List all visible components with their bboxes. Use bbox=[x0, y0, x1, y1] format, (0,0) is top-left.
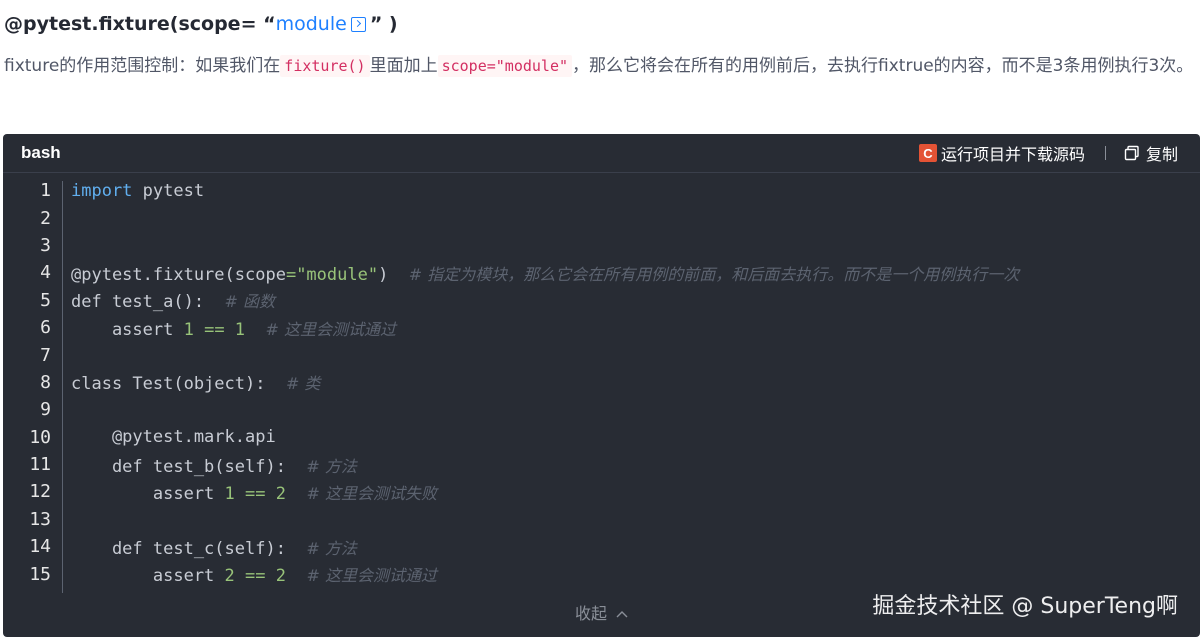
code-line: 1 import pytest bbox=[3, 177, 1200, 204]
code-line: 9 bbox=[3, 396, 1200, 423]
c-logo-icon: C bbox=[918, 144, 937, 162]
code-header: bash C 运行项目并下载源码 复制 bbox=[3, 134, 1200, 173]
line-number: 6 bbox=[40, 317, 51, 339]
module-link[interactable]: module bbox=[276, 13, 347, 35]
action-divider bbox=[1104, 146, 1106, 160]
code-body: 1 import pytest 2 3 4 @pytest.fixture(sc… bbox=[3, 173, 1200, 593]
code-line: 6 assert 1 == 1 # 这里会测试通过 bbox=[3, 314, 1200, 341]
code-text: @pytest.mark.api bbox=[71, 427, 276, 448]
external-link-icon[interactable] bbox=[350, 16, 366, 32]
code-line: 7 bbox=[3, 341, 1200, 368]
code-actions: C 运行项目并下载源码 复制 bbox=[918, 141, 1178, 165]
code-line: 2 bbox=[3, 204, 1200, 231]
collapse-label: 收起 bbox=[574, 604, 607, 623]
code-text: @pytest.fixture(scope="module") # 指定为模块，… bbox=[71, 264, 1020, 285]
copy-label: 复制 bbox=[1145, 145, 1178, 164]
code-text: assert 2 == 2 # 这里会测试通过 bbox=[71, 566, 437, 587]
heading-prefix: @pytest.fixture(scope= “ bbox=[4, 13, 276, 35]
line-number: 5 bbox=[40, 289, 51, 311]
line-number: 2 bbox=[40, 207, 51, 229]
line-number: 12 bbox=[29, 481, 51, 503]
paragraph-text-2: 里面加上 bbox=[369, 56, 438, 76]
line-number: 10 bbox=[29, 426, 51, 448]
section-heading: @pytest.fixture(scope= “ module ” ) bbox=[4, 6, 398, 42]
line-number: 7 bbox=[40, 344, 51, 366]
code-text: import pytest bbox=[71, 180, 205, 201]
heading-suffix: ” ) bbox=[369, 13, 398, 35]
code-text: assert 1 == 1 # 这里会测试通过 bbox=[71, 319, 397, 340]
code-line: 13 bbox=[3, 506, 1200, 533]
run-project-label: 运行项目并下载源码 bbox=[940, 145, 1085, 164]
watermark: 掘金技术社区 @ SuperTeng啊 bbox=[872, 594, 1178, 619]
code-line: 10 @pytest.mark.api bbox=[3, 424, 1200, 451]
line-number: 13 bbox=[29, 508, 51, 530]
code-line: 5 def test_a(): # 函数 bbox=[3, 287, 1200, 314]
code-text: def test_b(self): # 方法 bbox=[71, 456, 357, 477]
code-line: 8 class Test(object): # 类 bbox=[3, 369, 1200, 396]
copy-button[interactable]: 复制 bbox=[1124, 141, 1178, 165]
inline-code-fixture: fixture() bbox=[280, 55, 370, 77]
code-line: 14 def test_c(self): # 方法 bbox=[3, 533, 1200, 560]
code-line: 12 assert 1 == 2 # 这里会测试失败 bbox=[3, 478, 1200, 505]
code-line: 15 assert 2 == 2 # 这里会测试通过 bbox=[3, 560, 1200, 587]
code-block: bash C 运行项目并下载源码 复制 1 import pytest 2 3 … bbox=[3, 134, 1200, 637]
code-line: 11 def test_b(self): # 方法 bbox=[3, 451, 1200, 478]
line-number: 15 bbox=[29, 563, 51, 585]
line-number: 8 bbox=[40, 371, 51, 393]
code-text: class Test(object): # 类 bbox=[71, 374, 321, 395]
language-label: bash bbox=[21, 143, 61, 162]
line-number: 9 bbox=[40, 399, 51, 421]
inline-code-scope: scope="module" bbox=[437, 55, 573, 77]
code-line: 3 bbox=[3, 232, 1200, 259]
description-paragraph: fixture的作用范围控制：如果我们在 fixture() 里面加上 scope="… bbox=[4, 50, 1200, 82]
line-number: 1 bbox=[40, 180, 51, 202]
paragraph-text-1: fixture的作用范围控制：如果我们在 bbox=[4, 56, 281, 76]
line-number: 14 bbox=[29, 536, 51, 558]
line-number: 11 bbox=[29, 454, 51, 476]
code-text: assert 1 == 2 # 这里会测试失败 bbox=[71, 483, 437, 504]
run-project-button[interactable]: C 运行项目并下载源码 bbox=[918, 141, 1085, 165]
gutter-divider bbox=[62, 181, 63, 593]
line-number: 4 bbox=[40, 262, 51, 284]
article: @pytest.fixture(scope= “ module ” ) fixt… bbox=[0, 0, 1201, 640]
line-number: 3 bbox=[40, 234, 51, 256]
code-text: def test_c(self): # 方法 bbox=[71, 538, 357, 559]
code-text: def test_a(): # 函数 bbox=[71, 292, 276, 313]
chevron-up-icon bbox=[616, 611, 628, 618]
copy-icon bbox=[1124, 145, 1139, 161]
paragraph-text-3: ，那么它将会在所有的用例前后，去执行fixtrue的内容，而不是3条用例执行3次… bbox=[572, 56, 1194, 76]
code-line: 4 @pytest.fixture(scope="module") # 指定为模… bbox=[3, 259, 1200, 286]
